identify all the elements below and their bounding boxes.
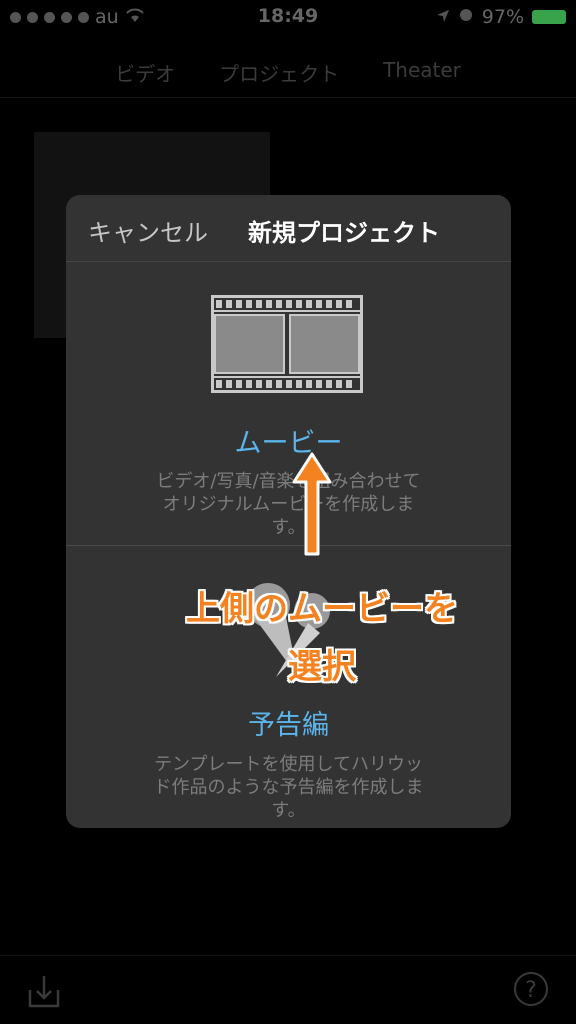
status-right: 97% [436,6,566,28]
alarm-icon [458,6,474,28]
arrow-up-icon [290,450,334,564]
trailer-desc-line: テンプレートを使用してハリウッ [154,754,423,775]
tab-theater[interactable]: Theater [383,52,461,88]
status-bar: au 18:49 97% [0,0,576,36]
cancel-button[interactable]: キャンセル [88,213,208,248]
movie-desc-line: オリジナルムービーを作成しま [162,494,415,515]
movie-desc-line: ビデオ/写真/音楽を組み合わせて [156,471,421,492]
modal-header: キャンセル 新規プロジェクト [66,195,511,262]
movie-desc-line: す。 [271,517,306,538]
location-icon [436,6,450,28]
tab-projects[interactable]: プロジェクト [219,52,339,88]
trailer-desc-line: ド作品のような予告編を作成しま [153,777,424,798]
trailer-title: 予告編 [248,710,329,741]
trailer-description: テンプレートを使用してハリウッ ド作品のような予告編を作成しま す。 [132,753,445,822]
annotation-text: 上側のムービーを 選択 [172,580,472,696]
import-icon[interactable] [28,974,60,1012]
annotation-line: 上側のムービーを [186,589,458,629]
bottom-divider [0,955,576,956]
modal-title: 新規プロジェクト [248,219,440,247]
top-divider [0,97,576,98]
top-nav: ビデオ プロジェクト Theater [0,52,576,88]
movie-description: ビデオ/写真/音楽を組み合わせて オリジナルムービーを作成しま す。 [132,470,445,539]
trailer-desc-line: す。 [271,800,306,821]
battery-icon [532,10,566,24]
annotation-line: 選択 [288,647,356,687]
film-strip-icon [211,295,363,397]
battery-percent: 97% [481,6,524,28]
new-project-modal: キャンセル 新規プロジェクト ムービー ビデオ/写真/音楽を組み合わせて オリジ… [66,195,511,828]
movie-title: ムービー [234,428,343,459]
help-icon[interactable]: ? [514,972,548,1006]
option-divider [66,545,511,546]
tab-video[interactable]: ビデオ [115,52,175,88]
